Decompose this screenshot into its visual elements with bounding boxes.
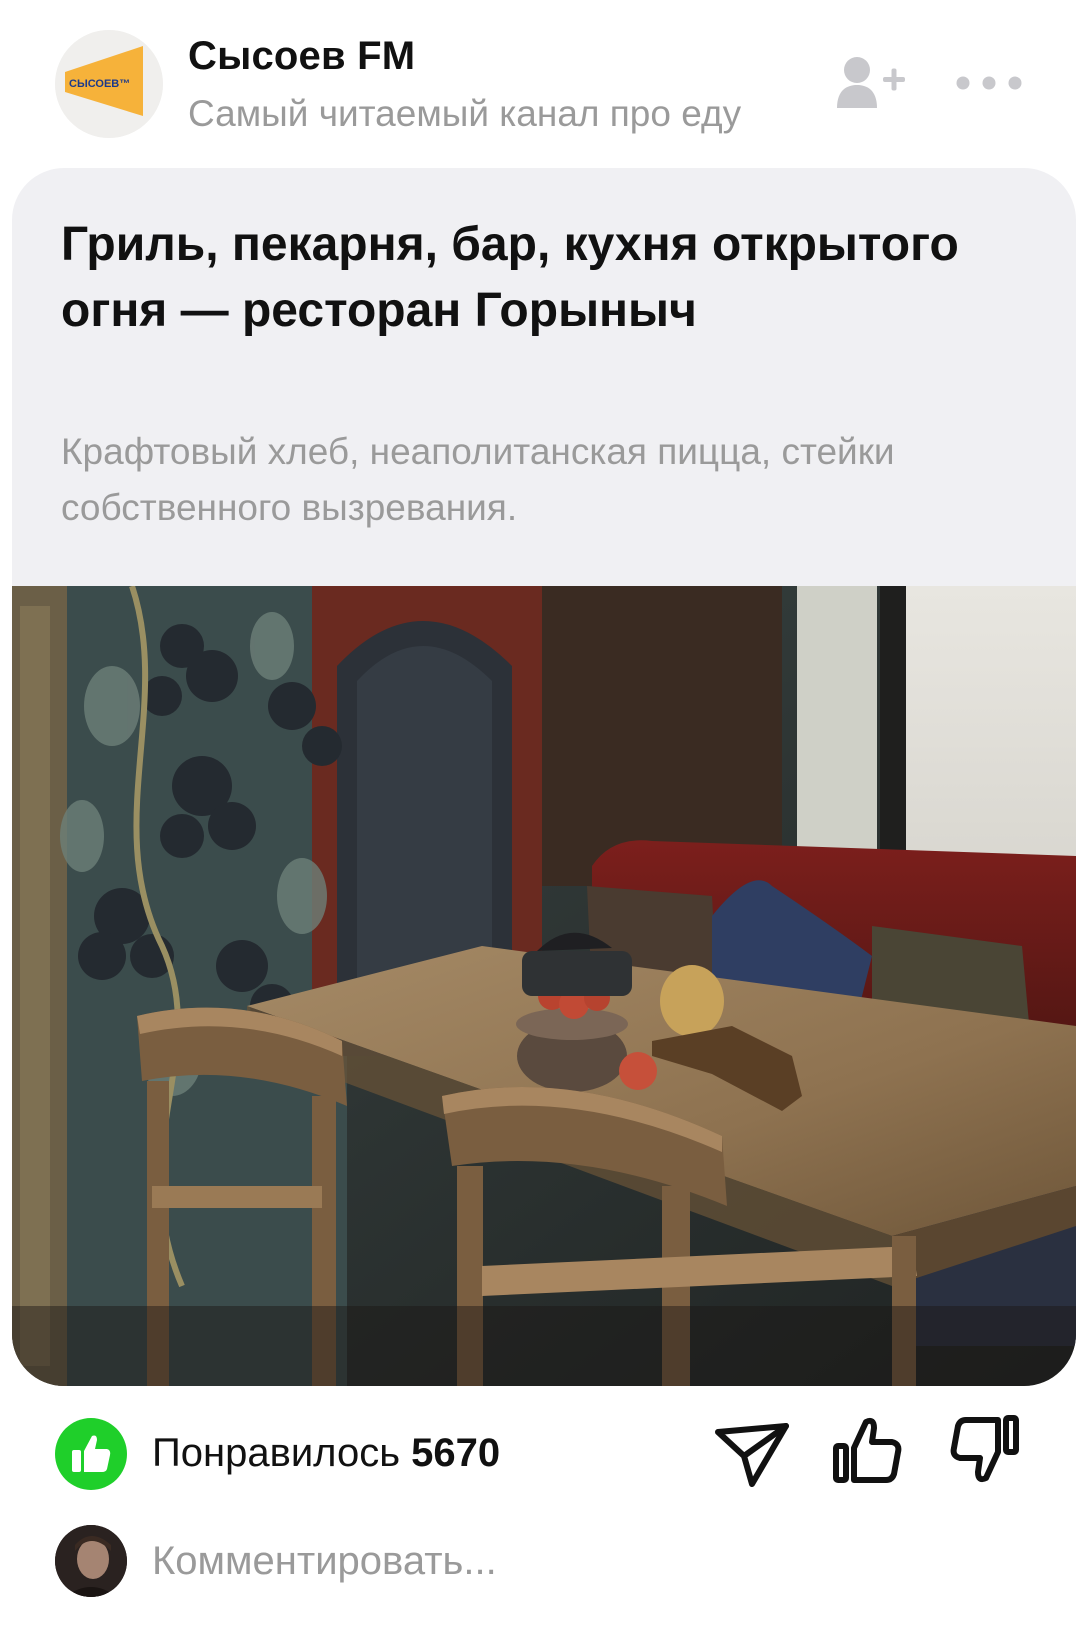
channel-logo: СЫСОЕВ™ [55, 30, 163, 138]
channel-description: Самый читаемый канал про еду [188, 93, 742, 134]
more-dots-icon[interactable] [955, 68, 1023, 98]
thumb-up-icon[interactable] [828, 1410, 908, 1490]
post-card[interactable]: Гриль, пекарня, бар, кухня открытого огн… [12, 168, 1076, 1386]
post-title[interactable]: Гриль, пекарня, бар, кухня открытого огн… [61, 212, 961, 344]
comment-input[interactable]: Комментировать... [152, 1530, 952, 1592]
post-photo[interactable] [12, 586, 1076, 1386]
likes-badge-icon [55, 1418, 127, 1490]
channel-header: СЫСОЕВ™ Сысоев FM Самый читаемый канал п… [0, 0, 1080, 170]
channel-name[interactable]: Сысоев FM [188, 34, 415, 79]
likes-summary: Понравилось 5670 [152, 1431, 500, 1476]
channel-logo-text: СЫСОЕВ™ [69, 78, 130, 90]
add-user-icon[interactable] [835, 52, 907, 112]
thumb-down-icon[interactable] [946, 1410, 1026, 1490]
user-avatar-image [55, 1525, 127, 1597]
likes-count: 5670 [411, 1431, 501, 1475]
user-avatar[interactable] [55, 1525, 127, 1597]
channel-avatar[interactable]: СЫСОЕВ™ [55, 30, 163, 138]
likes-label: Понравилось [152, 1431, 412, 1475]
send-icon[interactable] [712, 1418, 792, 1490]
post-subtitle: Крафтовый хлеб, неаполитанская пицца, ст… [61, 431, 895, 528]
